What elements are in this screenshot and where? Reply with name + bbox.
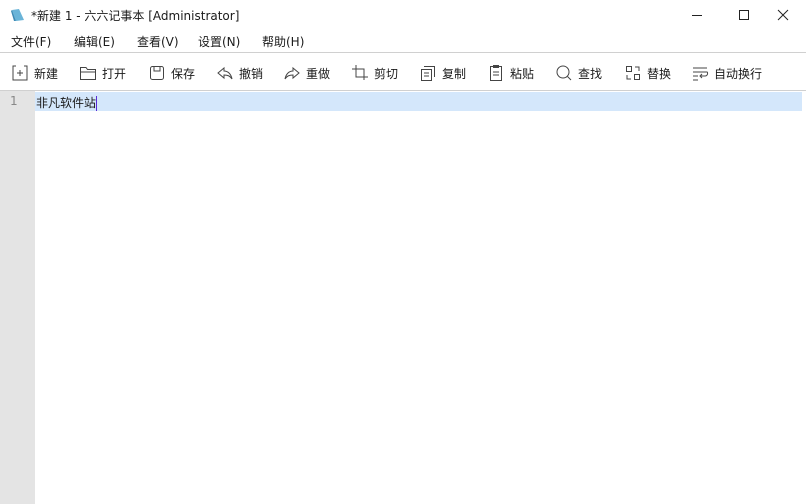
word-wrap-button[interactable]: 自动换行 (691, 63, 762, 83)
undo-button[interactable]: 撤销 (216, 63, 263, 83)
window-title: *新建 1 - 六六记事本 [Administrator] (31, 9, 240, 23)
save-button[interactable]: 保存 (148, 63, 195, 83)
redo-icon (284, 66, 300, 80)
menu-help[interactable]: 帮助(H) (262, 33, 304, 50)
text-editor[interactable]: 非凡软件站 (35, 91, 806, 504)
redo-label: 重做 (306, 66, 331, 81)
minimize-icon (692, 15, 702, 16)
new-label: 新建 (34, 66, 59, 81)
close-button[interactable] (760, 0, 806, 30)
undo-label: 撤销 (239, 66, 264, 81)
paste-icon (490, 65, 502, 81)
undo-icon (217, 66, 233, 80)
find-button[interactable]: 查找 (555, 63, 602, 83)
search-icon (556, 65, 572, 81)
menu-file[interactable]: 文件(F) (11, 33, 51, 50)
replace-icon (626, 66, 640, 80)
find-label: 查找 (578, 66, 603, 81)
redo-button[interactable]: 重做 (283, 63, 330, 83)
text-caret (96, 96, 98, 111)
word-wrap-label: 自动换行 (714, 66, 763, 81)
copy-label: 复制 (442, 66, 467, 81)
new-button[interactable]: 新建 (11, 63, 58, 83)
paste-label: 粘贴 (510, 66, 535, 81)
menu-edit[interactable]: 编辑(E) (74, 33, 115, 50)
maximize-icon (739, 10, 749, 20)
copy-icon (421, 66, 435, 81)
open-button[interactable]: 打开 (79, 63, 126, 83)
copy-button[interactable]: 复制 (419, 63, 466, 83)
current-line-highlight (35, 92, 802, 111)
menu-view[interactable]: 查看(V) (137, 33, 179, 50)
menu-bar: 文件(F) 编辑(E) 查看(V) 设置(N) 帮助(H) (0, 30, 806, 53)
minimize-button[interactable] (674, 0, 720, 30)
line-text: 非凡软件站 (36, 96, 97, 110)
cut-button[interactable]: 剪切 (351, 63, 398, 83)
cut-icon (352, 65, 368, 80)
open-label: 打开 (102, 66, 127, 81)
open-folder-icon (80, 67, 96, 80)
line-number-gutter: 1 (0, 91, 35, 504)
cut-label: 剪切 (374, 66, 399, 81)
editor-line[interactable]: 非凡软件站 (36, 94, 98, 111)
replace-label: 替换 (647, 66, 672, 81)
title-bar: *新建 1 - 六六记事本 [Administrator] (0, 0, 806, 30)
replace-button[interactable]: 替换 (624, 63, 671, 83)
save-label: 保存 (171, 66, 196, 81)
new-icon (12, 65, 28, 81)
paste-button[interactable]: 粘贴 (487, 63, 534, 83)
menu-settings[interactable]: 设置(N) (198, 33, 240, 50)
close-icon (777, 9, 789, 21)
line-number: 1 (10, 94, 18, 108)
word-wrap-icon (693, 67, 709, 81)
save-icon (150, 66, 164, 80)
app-icon (11, 9, 24, 21)
toolbar: 新建 打开 保存 撤销 重做 剪切 复制 粘贴 查找 替换 自动换行 (0, 54, 806, 91)
